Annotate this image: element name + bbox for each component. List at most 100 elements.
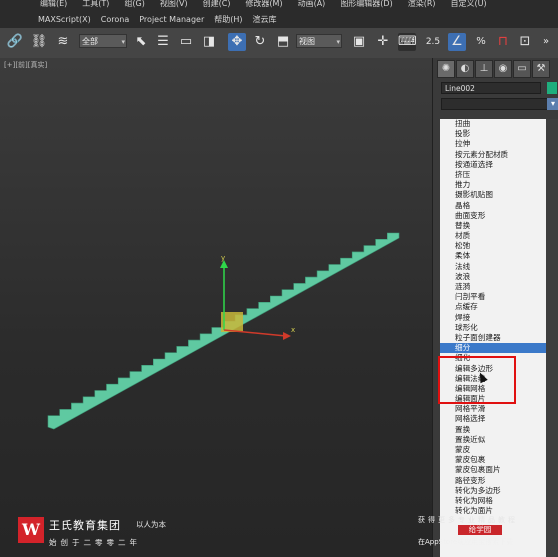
edit-named-selections-icon[interactable]: ⊡ [516, 33, 534, 51]
chevron-down-icon: ▾ [121, 38, 125, 46]
keyboard-shortcut-override-icon[interactable]: ⌨ [398, 33, 417, 51]
modifier-list-item[interactable]: 拉伸 [440, 139, 546, 149]
modify-tab-icon[interactable]: ◐ [456, 60, 474, 78]
modifier-list-item[interactable]: 路径变形 [440, 476, 546, 486]
gizmo-x-arrow [283, 332, 291, 340]
modifier-list-item[interactable]: 材质 [440, 231, 546, 241]
menu-item-row1-7[interactable]: 图形编辑器(D) [340, 0, 392, 9]
modifier-list-item[interactable]: 法线 [440, 262, 546, 272]
modifier-list-item[interactable]: 转化为多边形 [440, 486, 546, 496]
modifier-list-dropdown[interactable] [441, 98, 551, 110]
dropdown-scrollbar[interactable] [546, 119, 558, 557]
gizmo-x-label: x [291, 326, 295, 334]
modifier-list-item[interactable]: 蒙皮包裹 [440, 455, 546, 465]
spinner-snap-icon[interactable]: ⊓ [494, 33, 512, 51]
brand-logo: W [18, 517, 44, 543]
modifier-list-item[interactable]: 粒子面创建器 [440, 333, 546, 343]
modifier-list-item[interactable]: 替换 [440, 221, 546, 231]
modifier-list-item[interactable]: 按元素分配材质 [440, 150, 546, 160]
link-icon[interactable]: 🔗 [6, 33, 24, 51]
brand-founded: 始创于二零零二年 [49, 538, 141, 547]
menu-item-row1-2[interactable]: 组(G) [124, 0, 144, 9]
modifier-list-item[interactable]: 波浪 [440, 272, 546, 282]
menu-item-row1-3[interactable]: 视图(V) [160, 0, 188, 9]
modifier-list-item[interactable]: 焊接 [440, 313, 546, 323]
viewport-front[interactable]: [+][前][真实] y x [0, 58, 432, 557]
menu-item-row1-6[interactable]: 动画(A) [298, 0, 326, 9]
menu-item-row2-4[interactable]: 渲云库 [253, 14, 277, 25]
modifier-dropdown-list: 扭曲 投影 拉伸 按元素分配材质 按通道选择 挤压 推力 摄影机贴图 晶格 曲面变形 替换 材质 松弛柔… [440, 119, 546, 557]
modifier-list-item[interactable]: 推力 [440, 180, 546, 190]
modifier-list-item[interactable]: 点缓存 [440, 302, 546, 312]
select-by-name-icon[interactable]: ☰ [154, 33, 172, 51]
modifier-list-item[interactable]: 置换 [440, 425, 546, 435]
angle-snap-icon[interactable]: ∠ [448, 33, 466, 51]
modifier-list-item[interactable]: 网格平滑 [440, 404, 546, 414]
menu-item-row1-8[interactable]: 渲染(R) [408, 0, 436, 9]
utilities-tab-icon[interactable]: ⚒ [532, 60, 550, 78]
menu-row-secondary: MAXScript(X) Corona Project Manager 帮助(H) 渲云… [38, 14, 277, 25]
modifier-list-item[interactable]: 投影 [440, 129, 546, 139]
select-object-icon[interactable]: ⬉ [132, 33, 150, 51]
selection-filter-dropdown[interactable]: 全部 ▾ [79, 34, 127, 48]
modifier-list-item[interactable]: 蒙皮包裹面片 [440, 465, 546, 475]
chevron-down-icon: ▾ [336, 38, 340, 46]
menu-row-primary: 编辑(E) 工具(T) 组(G) 视图(V) 创建(C) 修改器(M) 动画(A) 图形编辑器… [40, 0, 487, 9]
menu-item-row1-9[interactable]: 自定义(U) [451, 0, 487, 9]
menu-bar: 编辑(E) 工具(T) 组(G) 视图(V) 创建(C) 修改器(M) 动画(A) 图形编辑器… [0, 0, 558, 29]
modifier-list-item[interactable]: 球形化 [440, 323, 546, 333]
bind-spacewarp-icon[interactable]: ≋ [54, 33, 72, 51]
modifier-list-item[interactable]: 置换近似 [440, 435, 546, 445]
snap-toggle-icon[interactable]: 2.5 [424, 33, 442, 51]
main-toolbar: 🔗 ⛓ ≋ 全部 ▾ ⬉ ☰ ▭ ◨ ✥ ↻ ⬒ 视图 ▾ ▣ ✛ ⌨ 2.5 … [0, 28, 558, 59]
gizmo-x-axis [223, 329, 287, 337]
menu-item-row1-0[interactable]: 编辑(E) [40, 0, 67, 9]
toolbar-overflow-chevron-icon[interactable]: » [537, 33, 555, 51]
menu-item-row1-5[interactable]: 修改器(M) [245, 0, 282, 9]
modifier-list-item[interactable]: 摄影机贴图 [440, 190, 546, 200]
chevron-down-icon[interactable]: ▾ [547, 98, 558, 110]
modifier-list-item[interactable]: 细分 [440, 343, 546, 354]
object-color-swatch[interactable] [547, 82, 557, 94]
watermark-app-logo: 给学园 [458, 525, 502, 535]
menu-item-row2-1[interactable]: Corona [101, 14, 129, 25]
motion-tab-icon[interactable]: ◉ [494, 60, 512, 78]
modifier-list-item[interactable]: 松弛 [440, 241, 546, 251]
window-crossing-icon[interactable]: ◨ [200, 33, 218, 51]
unlink-icon[interactable]: ⛓ [30, 33, 48, 51]
menu-item-row2-3[interactable]: 帮助(H) [214, 14, 242, 25]
modifier-list-item[interactable]: 晶格 [440, 201, 546, 211]
create-tab-icon[interactable]: ✺ [437, 60, 455, 78]
watermark-line2: 在AppStore或应用宝搜索下载 [418, 538, 514, 546]
modifier-list-item[interactable]: 挤压 [440, 170, 546, 180]
modifier-list-item[interactable]: 按通道选择 [440, 160, 546, 170]
menu-item-row2-2[interactable]: Project Manager [139, 14, 204, 25]
watermark-line1: 获得更多专业精品教程 [418, 516, 518, 524]
command-panel-tabs: ✺ ◐ ⊥ ◉ ▭ ⚒ [437, 60, 557, 78]
hierarchy-tab-icon[interactable]: ⊥ [475, 60, 493, 78]
reference-coordinate-dropdown[interactable]: 视图 ▾ [296, 34, 342, 48]
brand-company-name: 王氏教育集团 [49, 519, 121, 532]
percent-snap-icon[interactable]: % [472, 33, 490, 51]
modifier-list-item[interactable]: 涟漪 [440, 282, 546, 292]
modifier-list-item[interactable]: 蒙皮 [440, 445, 546, 455]
pivot-point-icon[interactable]: ▣ [350, 33, 368, 51]
select-manipulate-icon[interactable]: ✛ [374, 33, 392, 51]
menu-item-row1-4[interactable]: 创建(C) [203, 0, 231, 9]
rectangle-selection-icon[interactable]: ▭ [177, 33, 195, 51]
select-rotate-icon[interactable]: ↻ [251, 33, 269, 51]
modifier-list-item[interactable]: 曲面变形 [440, 211, 546, 221]
gizmo-y-label: y [221, 254, 225, 262]
modifier-list-item[interactable]: 转化为网格 [440, 496, 546, 506]
menu-item-row1-1[interactable]: 工具(T) [82, 0, 109, 9]
menu-item-row2-0[interactable]: MAXScript(X) [38, 14, 91, 25]
modifier-list-item[interactable]: 柔体 [440, 251, 546, 261]
object-name-field[interactable]: Line002 [441, 82, 541, 94]
display-tab-icon[interactable]: ▭ [513, 60, 531, 78]
highlight-annotation-box [438, 356, 516, 404]
select-move-icon[interactable]: ✥ [228, 33, 246, 51]
modifier-list-item[interactable]: 闩剖平看 [440, 292, 546, 302]
modifier-list-item[interactable]: 网格选择 [440, 414, 546, 424]
modifier-list-item[interactable]: 扭曲 [440, 119, 546, 129]
select-scale-icon[interactable]: ⬒ [274, 33, 292, 51]
